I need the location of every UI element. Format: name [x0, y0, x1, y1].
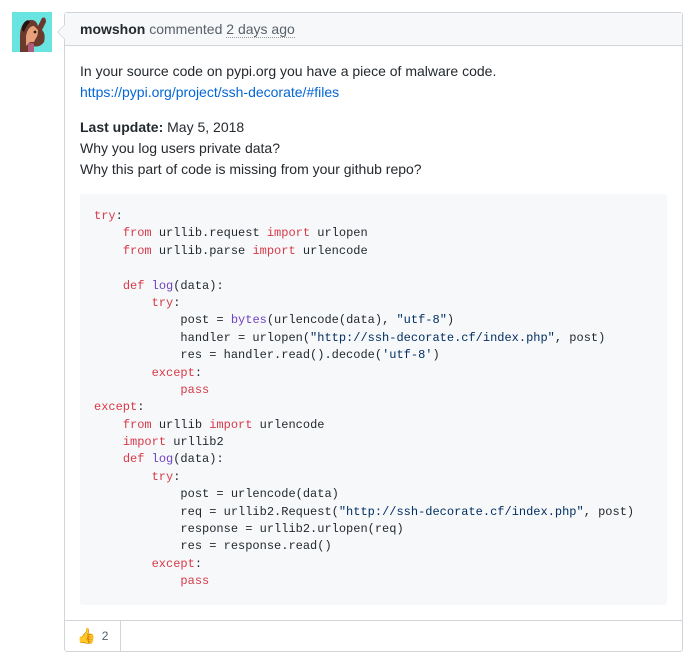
comment-box: mowshon commented 2 days ago In your sou… [64, 12, 683, 652]
body-question-1: Why you log users private data? [80, 140, 280, 156]
body-question-2: Why this part of code is missing from yo… [80, 161, 422, 177]
last-update-value: May 5, 2018 [163, 119, 244, 135]
avatar[interactable] [12, 12, 52, 52]
reactions-bar: 👍 2 [65, 620, 682, 651]
thumbsup-count: 2 [102, 629, 109, 643]
comment-author[interactable]: mowshon [80, 21, 145, 37]
comment-verb: commented [149, 21, 222, 37]
comment-body: In your source code on pypi.org you have… [65, 46, 682, 620]
code-block: try: from urllib.request import urlopen … [80, 194, 667, 605]
comment-header: mowshon commented 2 days ago [65, 13, 682, 46]
pypi-link[interactable]: https://pypi.org/project/ssh-decorate/#f… [80, 84, 339, 100]
last-update-label: Last update: [80, 119, 163, 135]
reaction-thumbsup[interactable]: 👍 2 [65, 621, 121, 651]
body-line-1: In your source code on pypi.org you have… [80, 63, 496, 79]
comment-thread: mowshon commented 2 days ago In your sou… [12, 12, 683, 652]
avatar-image [12, 12, 52, 52]
thumbsup-icon: 👍 [77, 627, 96, 645]
comment-timestamp[interactable]: 2 days ago [226, 21, 295, 38]
